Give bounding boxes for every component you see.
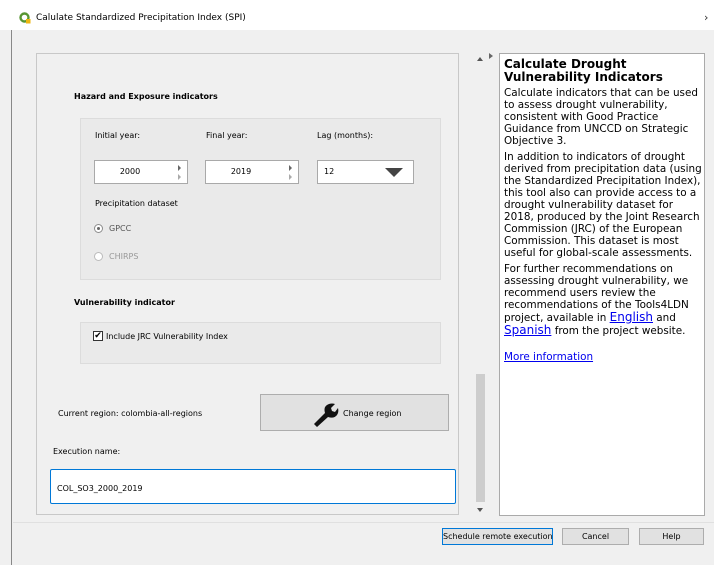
help-title: Calculate Drought Vulnerability Indicato…: [504, 57, 663, 84]
english-link[interactable]: English: [610, 310, 653, 324]
execution-name-label: Execution name:: [53, 447, 121, 456]
initial-year-value: 2000: [119, 167, 141, 176]
jrc-vulnerability-checkbox[interactable]: ✔ Include JRC Vulnerability Index: [93, 331, 293, 343]
execution-name-value: COL_SO3_2000_2019: [57, 484, 143, 493]
spanish-link[interactable]: Spanish: [504, 323, 551, 337]
window-title: Calulate Standardized Precipitation Inde…: [36, 13, 246, 23]
scroll-down-icon[interactable]: [477, 508, 483, 512]
vulnerability-group-box: [80, 322, 441, 364]
window-left-border: [11, 30, 12, 565]
help-paragraph-3-tail: from the project website.: [551, 325, 686, 337]
execution-name-input[interactable]: COL_SO3_2000_2019: [50, 469, 456, 504]
lag-months-dropdown[interactable]: 12: [317, 160, 414, 184]
more-info-row: More information: [504, 351, 702, 363]
radio-selected-icon[interactable]: [94, 224, 103, 233]
qgis-logo-icon: [19, 12, 31, 24]
chevron-down-icon: [385, 168, 403, 177]
checkbox-checked-icon[interactable]: ✔: [93, 331, 103, 341]
help-button[interactable]: Help: [639, 528, 704, 545]
radio-chirps[interactable]: CHIRPS: [94, 251, 174, 263]
radio-chirps-label: CHIRPS: [109, 252, 139, 261]
change-region-label: Change region: [343, 409, 402, 418]
spin-down-icon[interactable]: [289, 174, 292, 180]
scrollbar-thumb[interactable]: [476, 374, 485, 502]
spin-up-icon[interactable]: [178, 165, 181, 171]
cancel-button[interactable]: Cancel: [562, 528, 629, 545]
jrc-vulnerability-label: Include JRC Vulnerability Index: [106, 332, 228, 341]
final-year-label: Final year:: [206, 131, 248, 140]
radio-gpcc-label: GPCC: [109, 224, 132, 233]
radio-unselected-icon[interactable]: [94, 252, 103, 261]
radio-gpcc[interactable]: GPCC: [94, 223, 174, 235]
help-paragraph-2: In addition to indicators of drought der…: [504, 151, 702, 259]
wrench-icon: [314, 403, 339, 427]
lag-months-label: Lag (months):: [317, 131, 374, 140]
hazard-section-title: Hazard and Exposure indicators: [74, 92, 218, 101]
final-year-spinbox[interactable]: 2019: [205, 160, 299, 184]
spin-down-icon[interactable]: [178, 174, 181, 180]
change-region-button[interactable]: Change region: [260, 394, 449, 431]
current-region-label: Current region: colombia-all-regions: [58, 409, 203, 418]
vulnerability-section-title: Vulnerability indicator: [74, 298, 175, 307]
window-close-icon[interactable]: ›: [704, 11, 708, 24]
lag-months-value: 12: [324, 167, 335, 176]
final-year-value: 2019: [230, 167, 252, 176]
initial-year-label: Initial year:: [95, 131, 141, 140]
help-panel: Calculate Drought Vulnerability Indicato…: [499, 53, 705, 516]
schedule-remote-execution-button[interactable]: Schedule remote execution: [442, 528, 553, 545]
more-information-link[interactable]: More information: [504, 351, 593, 363]
button-bar-divider: [13, 522, 714, 523]
scroll-up-icon[interactable]: [477, 57, 483, 61]
precipitation-dataset-label: Precipitation dataset: [95, 199, 178, 208]
spin-up-icon[interactable]: [289, 165, 292, 171]
help-paragraph-3: For further recommendations on assessing…: [504, 263, 702, 337]
help-paragraph-3-and: and: [653, 312, 676, 324]
help-paragraph-1: Calculate indicators that can be used to…: [504, 87, 698, 147]
initial-year-spinbox[interactable]: 2000: [94, 160, 188, 184]
splitter-handle-icon[interactable]: [489, 53, 493, 59]
